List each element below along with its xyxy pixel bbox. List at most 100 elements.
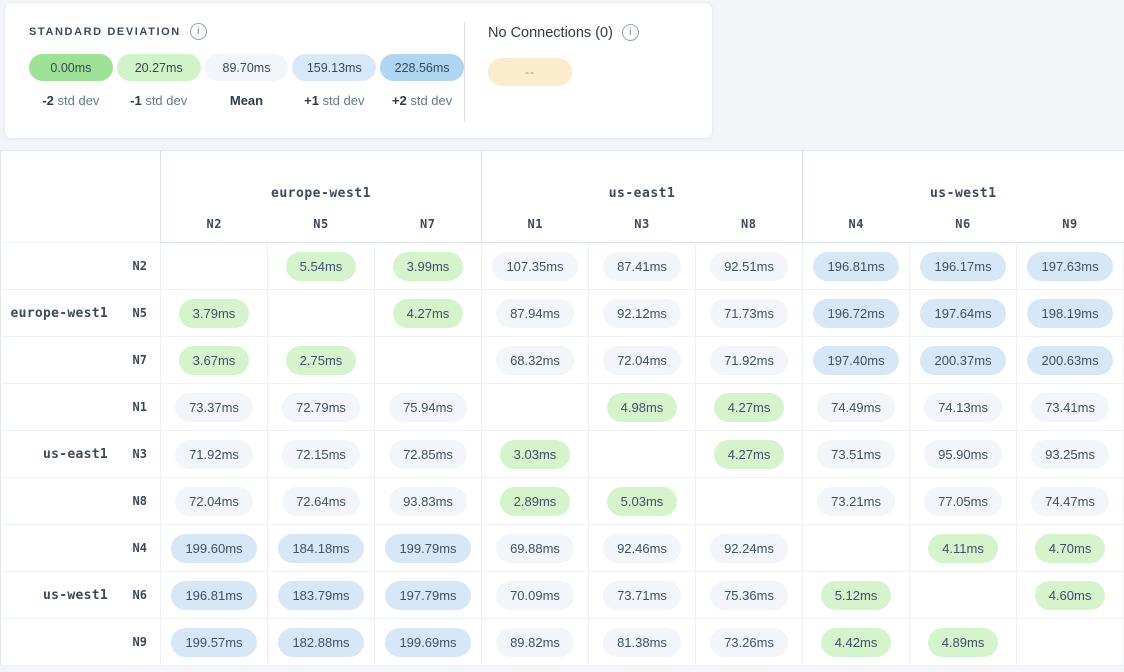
latency-pill[interactable]: 199.79ms xyxy=(385,534,470,563)
legend-pill: 159.13ms xyxy=(292,54,376,81)
latency-pill[interactable]: 73.41ms xyxy=(1031,393,1109,422)
latency-pill[interactable]: 74.47ms xyxy=(1031,487,1109,516)
latency-pill[interactable]: 77.05ms xyxy=(924,487,1002,516)
latency-pill[interactable]: 92.51ms xyxy=(710,252,788,281)
row-node-label: N7 xyxy=(126,353,147,367)
latency-pill[interactable]: 70.09ms xyxy=(496,581,574,610)
latency-pill[interactable]: 92.24ms xyxy=(710,534,788,563)
info-icon[interactable]: i xyxy=(622,24,639,41)
latency-pill[interactable]: 72.64ms xyxy=(282,487,360,516)
latency-pill[interactable]: 4.27ms xyxy=(714,393,785,422)
latency-pill[interactable]: 183.79ms xyxy=(278,581,363,610)
latency-pill[interactable]: 74.13ms xyxy=(924,393,1002,422)
table-row: N25.54ms3.99ms107.35ms87.41ms92.51ms196.… xyxy=(1,243,1124,290)
latency-pill[interactable]: 71.92ms xyxy=(710,346,788,375)
latency-pill[interactable]: 4.60ms xyxy=(1035,581,1106,610)
latency-pill[interactable]: 4.27ms xyxy=(393,299,464,328)
latency-pill[interactable]: 93.25ms xyxy=(1031,440,1109,469)
latency-pill[interactable]: 87.94ms xyxy=(496,299,574,328)
latency-pill[interactable]: 73.21ms xyxy=(817,487,895,516)
latency-pill[interactable]: 73.51ms xyxy=(817,440,895,469)
row-header: N8 xyxy=(1,478,161,525)
latency-pill[interactable]: 4.42ms xyxy=(821,628,892,657)
latency-pill[interactable]: 4.27ms xyxy=(714,440,785,469)
latency-pill[interactable]: 71.73ms xyxy=(710,299,788,328)
latency-pill[interactable]: 3.99ms xyxy=(393,252,464,281)
latency-pill[interactable]: 72.79ms xyxy=(282,393,360,422)
latency-pill[interactable]: 196.72ms xyxy=(813,299,898,328)
latency-pill[interactable]: 87.41ms xyxy=(603,252,681,281)
latency-cell: 196.81ms xyxy=(161,572,268,619)
column-header-node: N9 xyxy=(1017,210,1124,243)
legend-pill-label: -1 std dev xyxy=(117,93,201,108)
latency-pill[interactable]: 107.35ms xyxy=(492,252,577,281)
latency-pill[interactable]: 200.63ms xyxy=(1027,346,1112,375)
latency-pill[interactable]: 4.70ms xyxy=(1035,534,1106,563)
latency-pill[interactable]: 3.79ms xyxy=(179,299,250,328)
latency-pill[interactable]: 197.40ms xyxy=(813,346,898,375)
latency-cell: 2.75ms xyxy=(268,337,375,384)
latency-pill[interactable]: 75.94ms xyxy=(389,393,467,422)
latency-pill[interactable]: 92.46ms xyxy=(603,534,681,563)
latency-pill[interactable]: 73.71ms xyxy=(603,581,681,610)
latency-pill[interactable]: 73.37ms xyxy=(175,393,253,422)
info-icon[interactable]: i xyxy=(190,23,207,40)
latency-cell: 75.94ms xyxy=(375,384,482,431)
latency-pill[interactable]: 196.81ms xyxy=(171,581,256,610)
latency-pill[interactable]: 2.89ms xyxy=(500,487,571,516)
latency-pill[interactable]: 95.90ms xyxy=(924,440,1002,469)
column-header-node: N8 xyxy=(696,210,803,243)
latency-pill[interactable]: 197.64ms xyxy=(920,299,1005,328)
column-header-node: N4 xyxy=(803,210,910,243)
latency-pill[interactable]: 200.37ms xyxy=(920,346,1005,375)
latency-pill[interactable]: 75.36ms xyxy=(710,581,788,610)
latency-cell: 69.88ms xyxy=(482,525,589,572)
legend-pill: 0.00ms xyxy=(29,54,113,81)
table-row: us-west1N6196.81ms183.79ms197.79ms70.09m… xyxy=(1,572,1124,619)
latency-pill[interactable]: 68.32ms xyxy=(496,346,574,375)
legend-pill-label: +1 std dev xyxy=(292,93,376,108)
latency-pill[interactable]: 184.18ms xyxy=(278,534,363,563)
row-node-label: N9 xyxy=(126,635,147,649)
latency-pill[interactable]: 4.11ms xyxy=(928,534,998,563)
latency-pill[interactable]: 93.83ms xyxy=(389,487,467,516)
latency-pill[interactable]: 81.38ms xyxy=(603,628,681,657)
latency-pill[interactable]: 182.88ms xyxy=(278,628,363,657)
latency-pill[interactable]: 89.82ms xyxy=(496,628,574,657)
legend-pill-label: +2 std dev xyxy=(380,93,464,108)
latency-pill[interactable]: 197.79ms xyxy=(385,581,470,610)
row-node-label: N8 xyxy=(126,494,147,508)
latency-pill[interactable]: 72.04ms xyxy=(175,487,253,516)
matrix-corner xyxy=(1,151,161,243)
latency-pill[interactable]: 72.15ms xyxy=(282,440,360,469)
latency-pill[interactable]: 72.04ms xyxy=(603,346,681,375)
latency-cell: 5.03ms xyxy=(589,478,696,525)
latency-pill[interactable]: 71.92ms xyxy=(175,440,253,469)
latency-pill[interactable]: 5.03ms xyxy=(607,487,678,516)
latency-pill[interactable]: 92.12ms xyxy=(603,299,681,328)
latency-cell: 197.40ms xyxy=(803,337,910,384)
latency-cell: 72.79ms xyxy=(268,384,375,431)
latency-pill[interactable]: 199.57ms xyxy=(171,628,256,657)
latency-pill[interactable]: 199.69ms xyxy=(385,628,470,657)
latency-pill[interactable]: 199.60ms xyxy=(171,534,256,563)
latency-pill[interactable]: 5.54ms xyxy=(286,252,357,281)
latency-pill[interactable]: 196.81ms xyxy=(813,252,898,281)
latency-pill[interactable]: 5.12ms xyxy=(821,581,892,610)
latency-pill[interactable]: 72.85ms xyxy=(389,440,467,469)
latency-pill[interactable]: 74.49ms xyxy=(817,393,895,422)
latency-cell xyxy=(1017,619,1124,666)
latency-pill[interactable]: 69.88ms xyxy=(496,534,574,563)
latency-pill[interactable]: 197.63ms xyxy=(1027,252,1112,281)
latency-pill[interactable]: 2.75ms xyxy=(286,346,357,375)
latency-pill[interactable]: 73.26ms xyxy=(710,628,788,657)
latency-pill[interactable]: 198.19ms xyxy=(1027,299,1112,328)
latency-pill[interactable]: 4.89ms xyxy=(928,628,999,657)
latency-pill[interactable]: 4.98ms xyxy=(607,393,678,422)
latency-cell: 73.26ms xyxy=(696,619,803,666)
latency-pill[interactable]: 3.03ms xyxy=(500,440,571,469)
table-row: europe-west1N53.79ms4.27ms87.94ms92.12ms… xyxy=(1,290,1124,337)
latency-pill[interactable]: 3.67ms xyxy=(179,346,250,375)
latency-pill[interactable]: 196.17ms xyxy=(920,252,1005,281)
latency-cell: 72.04ms xyxy=(589,337,696,384)
